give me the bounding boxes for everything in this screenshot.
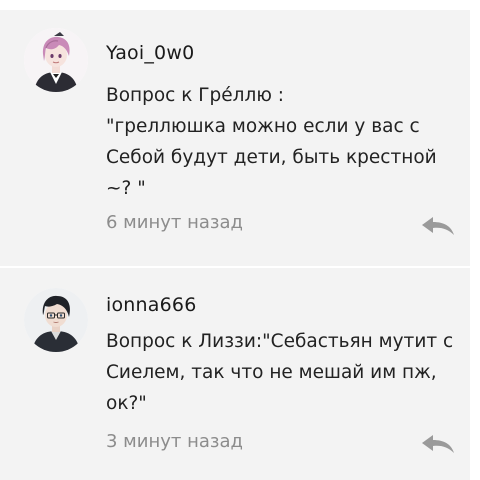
avatar[interactable]	[24, 288, 88, 352]
comment-username[interactable]: Yaoi_0w0	[106, 42, 194, 64]
anime-avatar-dark-hair-glasses-icon	[24, 288, 88, 352]
right-gutter	[470, 0, 480, 480]
comment-timestamp: 3 минут назад	[106, 431, 243, 452]
comment-item: Yaoi_0w0 Вопрос к Грéллю : "греллюшка мо…	[0, 10, 470, 266]
reply-arrow-icon	[422, 435, 454, 453]
top-strip	[0, 0, 480, 10]
comment-item: ionna666 Вопрос к Лиззи:"Себастьян мутит…	[0, 268, 470, 480]
reply-button[interactable]	[420, 215, 456, 237]
comment-text: Вопрос к Грéллю : "греллюшка можно если …	[106, 85, 437, 199]
reply-arrow-icon	[422, 217, 454, 235]
comment-text: Вопрос к Лиззи:"Себастьян мутит с Сиелем…	[106, 331, 454, 414]
reply-button[interactable]	[420, 433, 456, 455]
comment-username[interactable]: ionna666	[106, 294, 197, 316]
avatar[interactable]	[24, 28, 88, 92]
anime-avatar-pink-hair-icon	[24, 28, 88, 92]
comment-timestamp: 6 минут назад	[106, 212, 243, 233]
